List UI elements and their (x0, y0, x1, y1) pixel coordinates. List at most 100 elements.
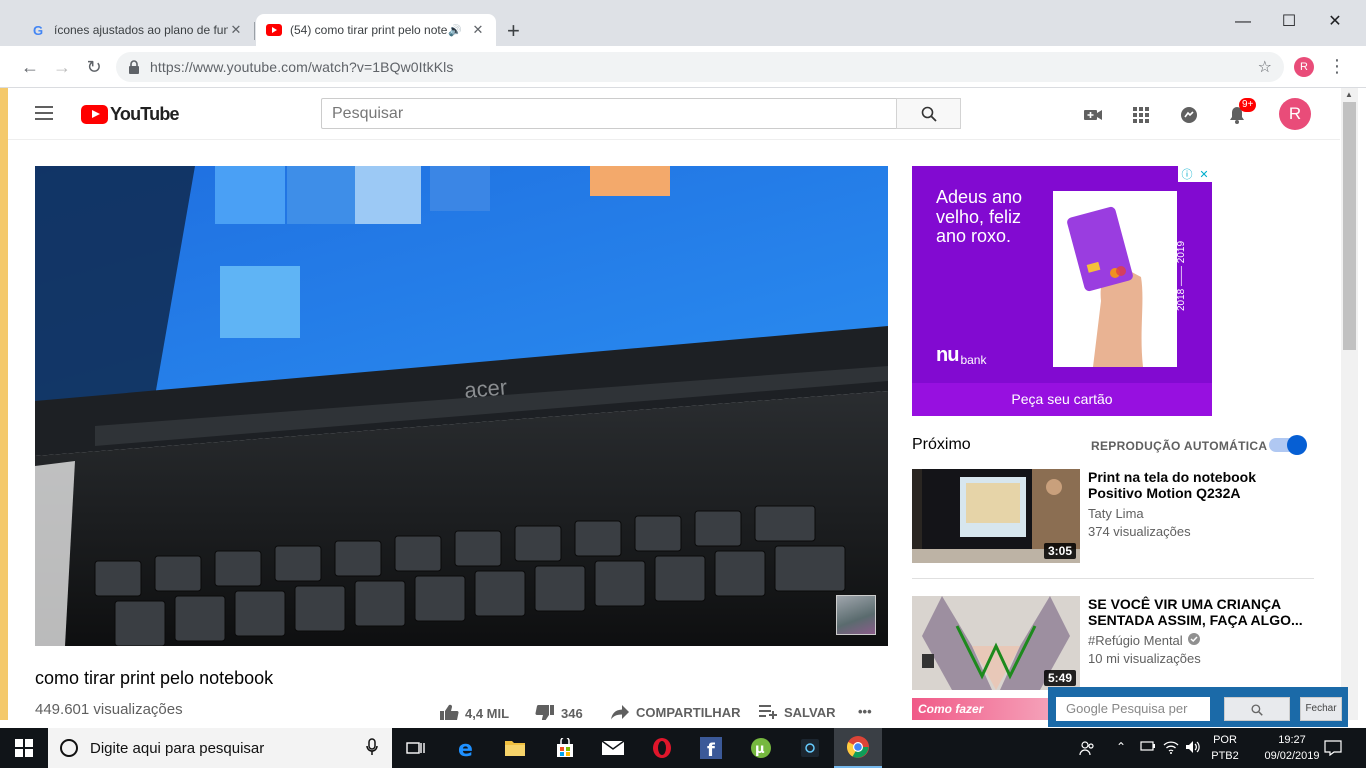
opera-icon[interactable] (638, 728, 686, 768)
video-player[interactable]: acer (35, 166, 888, 646)
dislike-count: 346 (561, 705, 583, 721)
nubank-logo-suffix: bank (960, 353, 987, 367)
youtube-logo[interactable]: YouTube (81, 104, 180, 125)
close-window-button[interactable]: ✕ (1312, 8, 1358, 36)
channel-name[interactable]: Taty Lima (1088, 506, 1144, 521)
close-tab-icon[interactable]: ✕ (470, 22, 486, 38)
mail-icon[interactable] (589, 728, 637, 768)
search-button[interactable] (896, 98, 961, 129)
autoplay-toggle[interactable] (1269, 435, 1307, 455)
browser-toolbar: ← → ↻ https://www.youtube.com/watch?v=1B… (0, 46, 1366, 88)
save-button[interactable]: SALVAR (758, 704, 836, 720)
profile-avatar[interactable]: R (1294, 57, 1314, 77)
youtube-page: YouTube Pesquisar 9+ R acer como tirar p… (8, 88, 1340, 720)
tab-google[interactable]: G ícones ajustados ao plano de fundo ✕ (20, 14, 254, 46)
close-tab-icon[interactable]: ✕ (228, 22, 244, 38)
apps-grid-icon[interactable] (1130, 104, 1152, 126)
channel-name[interactable]: #Refúgio Mental (1088, 633, 1183, 648)
video-duration: 5:49 (1043, 670, 1076, 686)
chrome-menu-icon[interactable]: ⋮ (1328, 54, 1346, 78)
microphone-icon[interactable] (366, 737, 378, 759)
volume-icon[interactable] (1185, 740, 1201, 757)
share-button[interactable]: COMPARTILHAR (610, 704, 740, 720)
video-title[interactable]: SE VOCÊ VIR UMA CRIANÇA SENTADA ASSIM, F… (1088, 596, 1308, 628)
clock-time: 19:27 (1278, 734, 1306, 746)
account-avatar[interactable]: R (1279, 98, 1311, 130)
video-title[interactable]: Print na tela do notebook Positivo Motio… (1088, 469, 1308, 501)
wifi-icon[interactable] (1163, 740, 1179, 757)
recommended-video[interactable]: 5:49 SE VOCÊ VIR UMA CRIANÇA SENTADA ASS… (912, 596, 1318, 692)
toggle-knob (1287, 435, 1307, 455)
back-button[interactable]: ← (17, 54, 43, 80)
search-input[interactable]: Pesquisar (321, 98, 897, 129)
action-center-icon[interactable] (1324, 740, 1342, 759)
chrome-icon[interactable] (834, 728, 882, 768)
windows-taskbar: Digite aqui para pesquisar e f µ ⌃ POR P… (0, 728, 1366, 768)
adchoices-icon[interactable]: ⓘ ✕ (1178, 166, 1212, 182)
taskbar-search-placeholder: Digite aqui para pesquisar (90, 739, 265, 757)
video-thumbnail-partial[interactable]: Como fazer (912, 698, 1048, 720)
search-icon (1251, 704, 1263, 716)
page-scrollbar[interactable]: ▲ (1341, 88, 1358, 720)
google-brand-text: Google (1066, 701, 1108, 716)
more-actions-button[interactable]: ••• (858, 704, 872, 719)
window-border (0, 88, 8, 720)
autoplay-label: REPRODUÇÃO AUTOMÁTICA (1091, 439, 1268, 453)
menu-hamburger-icon[interactable] (35, 106, 53, 120)
widget-close-button[interactable]: Fechar (1300, 697, 1342, 721)
widget-search-button[interactable] (1224, 697, 1290, 721)
view-count: 374 visualizações (1088, 524, 1191, 539)
logo-text: YouTube (110, 104, 180, 124)
speaker-icon[interactable]: 🔊 (448, 24, 462, 37)
create-video-icon[interactable] (1082, 104, 1104, 126)
search-icon (921, 106, 937, 122)
url-text: https://www.youtube.com/watch?v=1BQw0Itk… (150, 59, 454, 75)
video-thumbnail[interactable]: 3:05 (912, 469, 1080, 563)
utorrent-icon[interactable]: µ (737, 728, 785, 768)
svg-text:acer: acer (463, 374, 508, 403)
recommended-video[interactable]: 3:05 Print na tela do notebook Positivo … (912, 469, 1318, 565)
file-explorer-icon[interactable] (491, 728, 539, 768)
share-arrow-icon (611, 705, 629, 720)
youtube-header: YouTube Pesquisar 9+ R (8, 88, 1340, 140)
address-bar[interactable]: https://www.youtube.com/watch?v=1BQw0Itk… (116, 52, 1284, 82)
edge-icon[interactable]: e (443, 728, 491, 768)
divider (912, 578, 1314, 579)
video-thumbnail[interactable]: 5:49 (912, 596, 1080, 690)
maximize-button[interactable]: ☐ (1266, 8, 1312, 36)
ad-card-image (1053, 191, 1177, 367)
tab-youtube[interactable]: (54) como tirar print pelo notebook 🔊 ✕ (256, 14, 496, 46)
ad-cta-button[interactable]: Peça seu cartão (912, 383, 1212, 416)
people-icon[interactable] (1079, 740, 1095, 759)
widget-search-input[interactable]: Google Pesquisa per (1056, 697, 1210, 721)
new-tab-button[interactable]: + (507, 19, 520, 43)
save-label: SALVAR (784, 704, 836, 720)
video-title: como tirar print pelo notebook (35, 668, 274, 688)
scrollbar-thumb[interactable] (1343, 102, 1356, 350)
youtube-icon (266, 22, 282, 38)
reload-button[interactable]: ↻ (81, 54, 107, 80)
bookmark-star-icon[interactable]: ☆ (1258, 57, 1272, 77)
video-thumbnail-overlay[interactable] (836, 595, 876, 635)
video-frame: acer (35, 166, 888, 646)
messages-icon[interactable] (1178, 104, 1200, 126)
store-icon[interactable] (541, 728, 589, 768)
camera-app-icon[interactable] (786, 728, 834, 768)
google-search-widget: Google Pesquisa per Fechar (1048, 687, 1348, 727)
forward-button[interactable]: → (49, 54, 75, 80)
battery-icon[interactable] (1140, 740, 1156, 755)
scroll-up-icon[interactable]: ▲ (1345, 90, 1353, 99)
minimize-button[interactable]: — (1220, 8, 1266, 36)
input-language[interactable]: POR PTB2 (1210, 732, 1240, 764)
nubank-ad[interactable]: ⓘ ✕ Adeus ano velho, feliz ano roxo. 2018… (912, 166, 1212, 416)
taskbar-search[interactable]: Digite aqui para pesquisar (48, 728, 392, 768)
like-button[interactable]: 4,4 MIL (439, 704, 509, 720)
chevron-up-icon[interactable]: ⌃ (1116, 740, 1126, 754)
dislike-button[interactable]: 346 (535, 704, 583, 720)
start-button[interactable] (0, 728, 48, 768)
channel-row[interactable]: #Refúgio Mental (1088, 633, 1200, 648)
facebook-icon[interactable]: f (687, 728, 735, 768)
task-view-icon[interactable] (392, 728, 440, 768)
nubank-logo-mark: nu (936, 344, 959, 366)
system-clock[interactable]: 19:27 09/02/2019 (1262, 732, 1322, 764)
